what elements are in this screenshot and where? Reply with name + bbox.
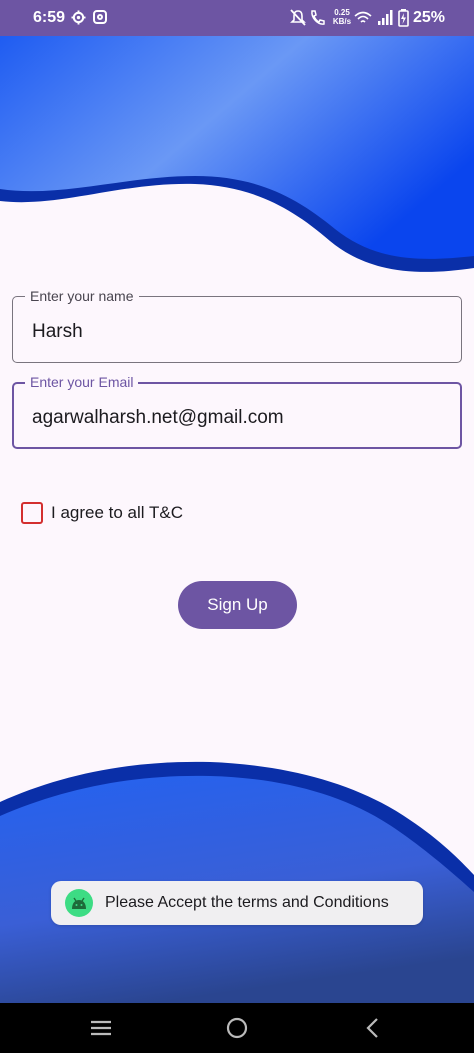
terms-checkbox-label[interactable]: I agree to all T&C (51, 503, 183, 523)
instagram-icon (93, 10, 107, 24)
status-bar: 6:59 0.25 KB/s 25% (0, 0, 474, 36)
battery-icon (398, 9, 409, 27)
name-field-label: Enter your name (25, 288, 139, 304)
toast-text: Please Accept the terms and Conditions (105, 894, 389, 911)
email-field[interactable]: Enter your Email (12, 374, 462, 449)
toast-message: Please Accept the terms and Conditions (51, 881, 423, 925)
sign-up-button[interactable]: Sign Up (178, 581, 297, 629)
mute-icon (290, 9, 306, 26)
status-time: 6:59 (33, 9, 66, 26)
battery-percent: 25% (413, 9, 446, 26)
navigation-bar (0, 1003, 474, 1053)
back-icon[interactable] (360, 1015, 386, 1041)
email-input[interactable] (32, 407, 442, 429)
terms-checkbox-row[interactable]: I agree to all T&C (21, 502, 183, 524)
name-field[interactable]: Enter your name (12, 288, 462, 363)
wifi-icon (354, 11, 372, 23)
settings-icon (71, 10, 86, 25)
bottom-wave-decoration (0, 761, 474, 1005)
email-field-label: Enter your Email (25, 374, 139, 390)
terms-checkbox[interactable] (21, 502, 43, 524)
signal-icon (378, 10, 393, 25)
network-speed: 0.25 KB/s (332, 8, 352, 26)
home-icon[interactable] (224, 1015, 250, 1041)
name-input[interactable] (32, 321, 442, 343)
recent-apps-icon[interactable] (88, 1015, 114, 1041)
android-icon (65, 889, 93, 917)
top-wave-decoration (0, 36, 474, 272)
wifi-call-icon (311, 10, 325, 25)
